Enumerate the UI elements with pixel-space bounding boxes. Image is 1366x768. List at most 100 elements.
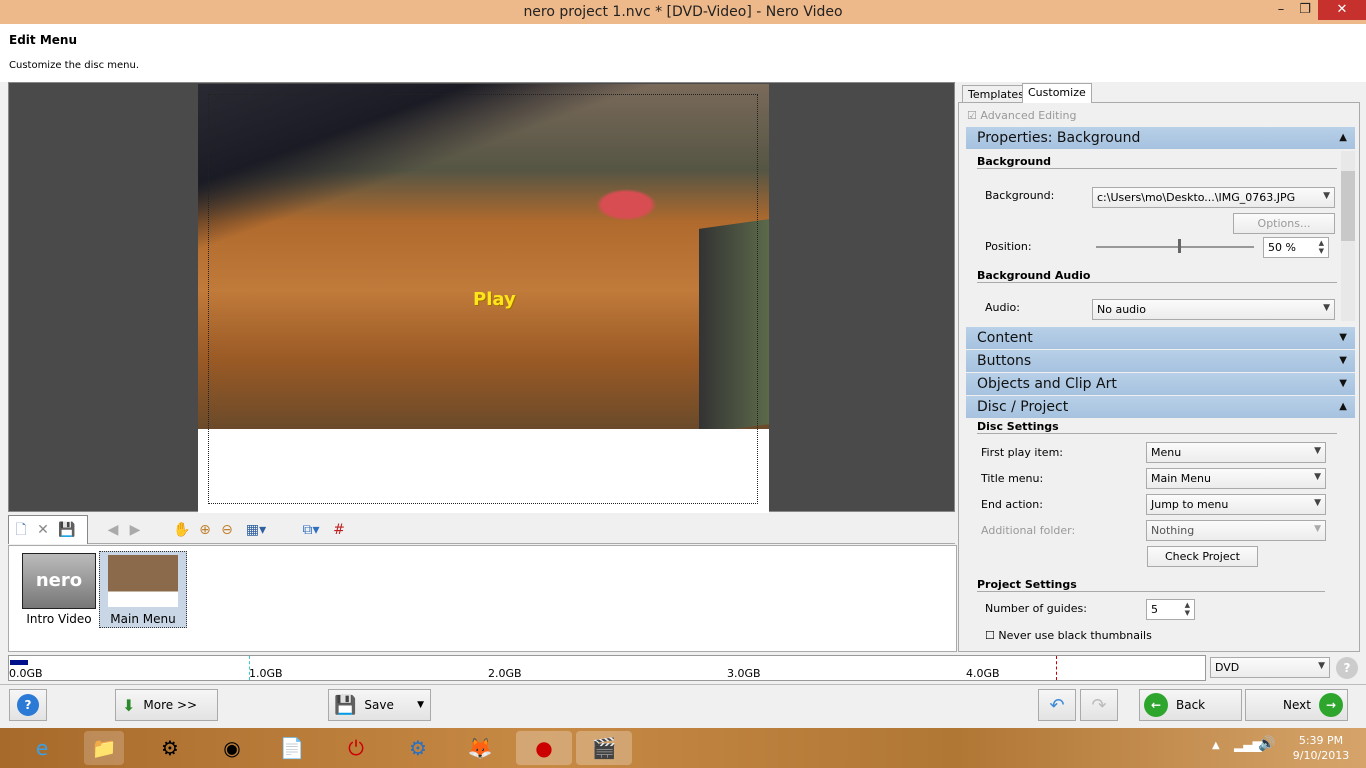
additional-folder-select[interactable]: Nothing ▼: [1146, 520, 1326, 541]
save-icon[interactable]: 💾: [58, 521, 76, 539]
next-button[interactable]: Next →: [1245, 689, 1348, 721]
page-title: Edit Menu: [9, 33, 77, 47]
help-button[interactable]: ?: [9, 689, 47, 721]
tab-customize[interactable]: Customize: [1022, 83, 1092, 103]
audio-label: Audio:: [985, 301, 1020, 314]
undo-button[interactable]: ↶: [1038, 689, 1076, 721]
page-header: Edit Menu Customize the disc menu.: [0, 24, 1366, 82]
nero-video-taskbar-icon[interactable]: 🎬: [576, 731, 632, 765]
help-disc-icon[interactable]: ?: [1336, 657, 1358, 679]
scrollbar-thumb[interactable]: [1341, 171, 1355, 241]
section-objects[interactable]: Objects and Clip Art ▼: [966, 373, 1355, 395]
options-button[interactable]: Options...: [1233, 213, 1335, 234]
hand-icon[interactable]: ✋: [173, 521, 191, 539]
audio-heading: Background Audio: [977, 269, 1337, 283]
thumb-label: Main Menu: [110, 612, 176, 626]
tab-templates[interactable]: Templates: [962, 85, 1030, 103]
nero-taskbar-icon[interactable]: ●: [516, 731, 572, 765]
list-item-main-menu[interactable]: Main Menu: [99, 551, 187, 628]
zoom-in-icon[interactable]: ⊕: [196, 521, 214, 539]
advanced-editing-label: Advanced Editing: [980, 109, 1077, 122]
nero-logo: nero: [22, 553, 96, 609]
main-menu-thumbnail: [108, 555, 178, 607]
disc-capacity-bar: 0.0GB 1.0GB 2.0GB 3.0GB 4.0GB: [8, 655, 1206, 681]
first-play-value: Menu: [1151, 446, 1182, 459]
title-menu-label: Title menu:: [981, 472, 1044, 485]
first-play-select[interactable]: Menu ▼: [1146, 442, 1326, 463]
panel-body: ☑ Advanced Editing Properties: Backgroun…: [958, 102, 1360, 652]
capacity-label: 2.0GB: [488, 667, 522, 680]
capacity-label: 4.0GB: [966, 667, 1000, 680]
back-label: Back: [1176, 698, 1206, 712]
guides-spinner[interactable]: 5 ▲ ▼: [1146, 599, 1195, 620]
position-slider-thumb[interactable]: [1178, 239, 1181, 253]
speaker-app-icon[interactable]: ◉: [212, 731, 252, 765]
section-disc-project[interactable]: Disc / Project ▲: [966, 396, 1355, 418]
section-properties[interactable]: Properties: Background ▲: [966, 127, 1355, 149]
check-project-button[interactable]: Check Project: [1147, 546, 1258, 567]
expand-icon: ▼: [1339, 355, 1347, 366]
maximize-button[interactable]: ❐: [1290, 0, 1320, 20]
back-button[interactable]: ← Back: [1139, 689, 1242, 721]
capacity-label: 3.0GB: [727, 667, 761, 680]
thumb-label: Intro Video: [26, 612, 92, 626]
arrange-dropdown-icon[interactable]: ⧉▾: [298, 521, 324, 539]
time: 5:39 PM: [1298, 734, 1344, 747]
volume-icon[interactable]: 🔊: [1258, 736, 1275, 752]
advanced-editing-checkbox[interactable]: ☑ Advanced Editing: [967, 109, 1077, 122]
section-title: Objects and Clip Art: [977, 376, 1117, 392]
black-thumbnails-checkbox[interactable]: ☐ Never use black thumbnails: [985, 629, 1152, 642]
position-slider[interactable]: [1096, 246, 1254, 248]
delete-icon[interactable]: ✕: [34, 521, 52, 539]
firefox-icon[interactable]: 🦊: [460, 731, 500, 765]
end-action-select[interactable]: Jump to menu ▼: [1146, 494, 1326, 515]
capacity-limit-marker: [1056, 656, 1057, 680]
safe-area-guide: [208, 94, 758, 504]
app-icon[interactable]: ⚙: [150, 731, 190, 765]
properties-scrollbar[interactable]: [1341, 151, 1355, 321]
show-hidden-icons[interactable]: ▲: [1212, 740, 1220, 751]
more-button[interactable]: ⬇ More >>: [115, 689, 218, 721]
background-label: Background:: [985, 189, 1055, 202]
background-value: c:\Users\mo\Deskto...\IMG_0763.JPG: [1097, 191, 1296, 204]
forward-circle-icon[interactable]: ▶: [126, 521, 144, 539]
new-icon[interactable]: 🗋: [12, 521, 30, 539]
close-button[interactable]: ✕: [1318, 0, 1366, 20]
list-item-intro-video[interactable]: nero Intro Video: [15, 551, 103, 628]
audio-select[interactable]: No audio ▼: [1092, 299, 1335, 320]
file-explorer-icon[interactable]: 📁: [84, 731, 124, 765]
save-disk-icon: 💾: [334, 694, 357, 716]
section-title: Buttons: [977, 353, 1032, 369]
clock[interactable]: 5:39 PM 9/10/2013: [1290, 733, 1352, 763]
save-label: Save: [364, 698, 394, 712]
expand-icon: ▼: [1339, 378, 1347, 389]
back-arrow-icon: ←: [1144, 693, 1168, 717]
chevron-down-icon[interactable]: ▼: [417, 700, 424, 710]
collapse-icon: ▲: [1339, 401, 1347, 412]
zoom-out-icon[interactable]: ⊖: [218, 521, 236, 539]
section-buttons[interactable]: Buttons ▼: [966, 350, 1355, 372]
redo-button[interactable]: ↷: [1080, 689, 1118, 721]
internet-explorer-icon[interactable]: e: [22, 731, 62, 765]
first-play-label: First play item:: [981, 446, 1063, 459]
collapse-icon: ▲: [1339, 132, 1347, 143]
back-circle-icon[interactable]: ◀: [104, 521, 122, 539]
title-menu-select[interactable]: Main Menu ▼: [1146, 468, 1326, 489]
window-title: nero project 1.nvc * [DVD-Video] - Nero …: [523, 4, 843, 20]
background-select[interactable]: c:\Users\mo\Deskto...\IMG_0763.JPG ▼: [1092, 187, 1335, 208]
grid-icon[interactable]: #: [330, 521, 348, 539]
menu-preview[interactable]: Play: [8, 82, 955, 513]
settings-app-icon[interactable]: ⚙: [398, 731, 438, 765]
title-bar: nero project 1.nvc * [DVD-Video] - Nero …: [0, 0, 1366, 24]
disc-settings-heading: Disc Settings: [977, 420, 1337, 434]
section-content[interactable]: Content ▼: [966, 327, 1355, 349]
power-app-icon[interactable]: ⏻: [336, 731, 376, 765]
position-spinner[interactable]: 50 % ▲ ▼: [1263, 237, 1329, 258]
disc-type-select[interactable]: DVD ▼: [1210, 657, 1330, 678]
save-button[interactable]: 💾 Save ▼: [328, 689, 431, 721]
guides-label: Number of guides:: [985, 602, 1087, 615]
doc-app-icon[interactable]: 📄: [272, 731, 312, 765]
capacity-marker: [249, 656, 250, 680]
layout-dropdown-icon[interactable]: ▦▾: [243, 521, 269, 539]
next-label: Next: [1283, 698, 1311, 712]
